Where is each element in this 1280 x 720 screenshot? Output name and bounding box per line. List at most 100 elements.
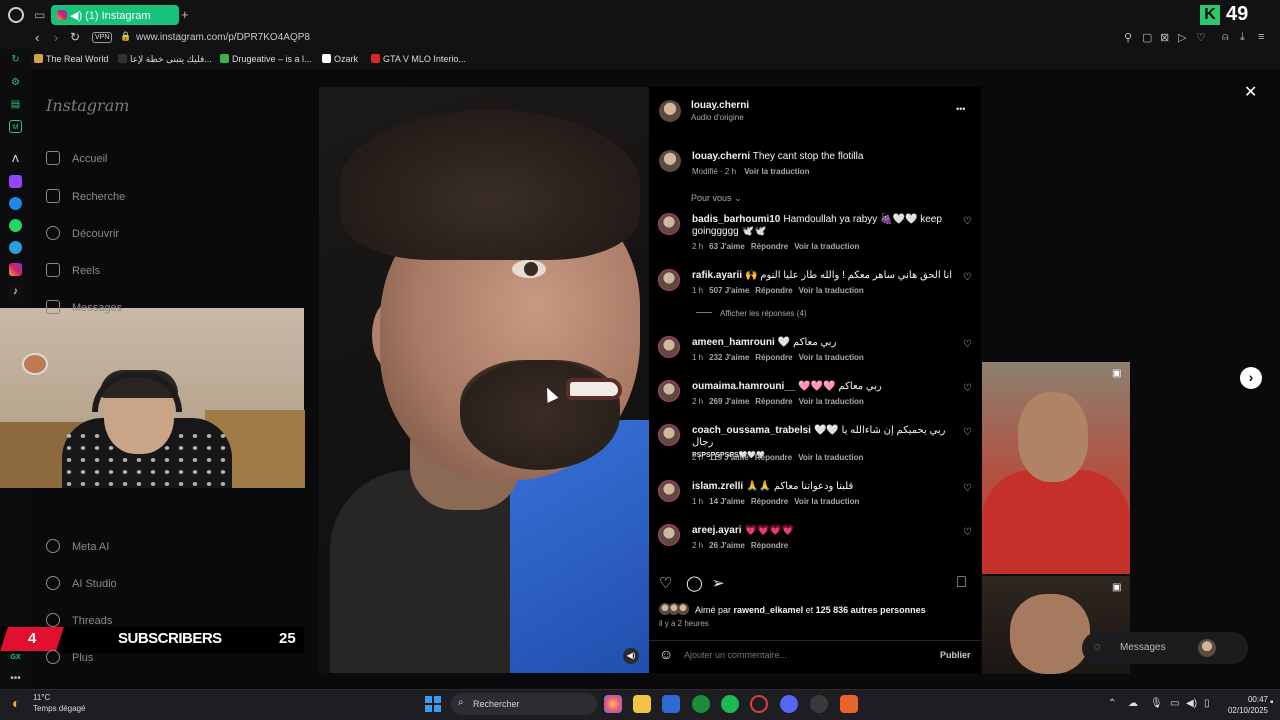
mute-icon[interactable]: ◀) xyxy=(623,648,639,664)
bookmark-item[interactable]: GTA V MLO Interio... xyxy=(371,54,466,64)
url-field[interactable]: www.instagram.com/p/DPR7KO4AQP8 xyxy=(136,32,310,43)
commenter-avatar[interactable] xyxy=(658,424,680,446)
reply-button[interactable]: Répondre xyxy=(755,353,792,362)
player-icon[interactable]: ▷ xyxy=(1178,31,1186,44)
commenter-avatar[interactable] xyxy=(658,213,680,235)
file-explorer-icon[interactable] xyxy=(633,695,651,713)
emoji-icon[interactable]: ☺ xyxy=(659,646,673,662)
instagram-logo[interactable]: Instagram xyxy=(46,96,129,115)
gx-layers-icon[interactable]: ▤ xyxy=(9,98,22,111)
commenter-avatar[interactable] xyxy=(658,524,680,546)
download-icon[interactable]: ⤓ xyxy=(1240,31,1245,44)
comment-likes[interactable]: 63 J'aime xyxy=(709,242,745,251)
comment-author[interactable]: oumaima.hamrouni__ xyxy=(692,381,795,392)
translate-button[interactable]: Voir la traduction xyxy=(799,286,864,295)
translate-button[interactable]: Voir la traduction xyxy=(799,353,864,362)
speaker-icon[interactable]: ◀) xyxy=(70,10,82,22)
new-tab-button[interactable]: + xyxy=(181,7,189,22)
translate-button[interactable]: Voir la traduction xyxy=(798,453,863,462)
snapshot-icon[interactable]: ▢ xyxy=(1142,31,1152,44)
adblock-icon[interactable]: ⊠ xyxy=(1160,31,1169,44)
comment-like-icon[interactable]: ♡ xyxy=(963,216,972,227)
discord-icon[interactable] xyxy=(780,695,798,713)
tab-instagram[interactable]: ◀) (1) Instagram xyxy=(51,5,179,25)
next-post-button[interactable]: › xyxy=(1240,367,1262,389)
pin-icon[interactable]: ⚲ xyxy=(1124,31,1132,44)
commenter-avatar[interactable] xyxy=(658,336,680,358)
weather-widget[interactable]: 11°C Temps dégagé xyxy=(33,692,85,714)
share-icon[interactable]: ➢ xyxy=(712,574,725,592)
tab-workspace-icon[interactable]: ▭ xyxy=(34,8,45,22)
gx-mail-icon[interactable]: M xyxy=(9,120,22,133)
app-icon[interactable] xyxy=(840,695,858,713)
translate-button[interactable]: Voir la traduction xyxy=(794,242,859,251)
bookmark-item[interactable]: Ozark xyxy=(322,54,358,64)
translate-button[interactable]: Voir la traduction xyxy=(794,497,859,506)
reply-button[interactable]: Répondre xyxy=(751,541,788,550)
comment-like-icon[interactable]: ♡ xyxy=(963,427,972,438)
lock-icon[interactable]: 🔒 xyxy=(120,31,131,42)
instagram-icon[interactable] xyxy=(9,263,22,276)
clock[interactable]: 00:47 02/10/2025 xyxy=(1220,694,1268,716)
like-icon[interactable]: ♡ xyxy=(659,574,672,592)
sidebar-item[interactable]: Messages xyxy=(46,300,122,314)
comment-icon[interactable]: ◯ xyxy=(686,574,703,592)
sidebar-item[interactable]: Accueil xyxy=(46,151,107,165)
comment-likes[interactable]: 26 J'aime xyxy=(709,541,745,550)
volume-icon[interactable]: ◀) xyxy=(1186,698,1197,709)
likes-count[interactable]: 125 836 autres personnes xyxy=(816,605,926,615)
bookmark-item[interactable]: فليك يتبنى خطة لإعا... xyxy=(118,54,212,65)
profile-icon[interactable]: ⍝ xyxy=(1222,31,1229,44)
sidebar-item[interactable]: Reels xyxy=(46,263,100,277)
display-icon[interactable]: ▭ xyxy=(1170,698,1179,709)
comment-author[interactable]: ameen_hamrouni xyxy=(692,337,775,348)
tiktok-icon[interactable]: ♪ xyxy=(9,285,22,298)
gx-ai-icon[interactable]: ⚙ xyxy=(9,76,22,89)
heart-icon[interactable]: ♡ xyxy=(1196,31,1206,44)
comment-likes[interactable]: 507 J'aime xyxy=(709,286,749,295)
easy-setup-icon[interactable]: ≡ xyxy=(1258,31,1264,43)
vpn-badge[interactable]: VPN xyxy=(92,32,113,43)
bookmark-item[interactable]: Drugeative – is a l... xyxy=(220,54,312,64)
show-replies[interactable]: Afficher les réponses (4) xyxy=(696,309,807,318)
comment-likes[interactable]: 232 J'aime xyxy=(709,353,749,362)
whatsapp-icon[interactable] xyxy=(9,219,22,232)
comment-author[interactable]: areej.ayari xyxy=(692,525,742,536)
opera-gx-logo-icon[interactable] xyxy=(8,7,24,23)
more-options-icon[interactable]: ••• xyxy=(956,104,965,114)
messages-button[interactable]: ◌ Messages xyxy=(1082,632,1248,664)
publish-button[interactable]: Publier xyxy=(940,650,971,660)
back-button[interactable]: ‹ xyxy=(35,30,39,45)
comment-likes[interactable]: 14 J'aime xyxy=(709,497,745,506)
post-audio[interactable]: Audio d'origine xyxy=(691,113,744,122)
gx-refresh-icon[interactable]: ↻ xyxy=(9,53,22,66)
commenter-avatar[interactable] xyxy=(658,269,680,291)
gx-aria-icon[interactable]: Λ xyxy=(9,153,22,166)
comment-like-icon[interactable]: ♡ xyxy=(963,272,972,283)
bookmark-item[interactable]: The Real World xyxy=(34,54,108,64)
reply-button[interactable]: Répondre xyxy=(755,453,792,462)
post-author[interactable]: louay.cherni xyxy=(691,100,749,111)
caption-author[interactable]: louay.cherni xyxy=(692,151,750,162)
reply-button[interactable]: Répondre xyxy=(755,286,792,295)
bookmark-icon[interactable]: ⎕ xyxy=(957,574,966,591)
notification-icon[interactable]: ▪ xyxy=(1270,697,1274,708)
forward-button[interactable]: › xyxy=(54,30,58,45)
windows-start-icon[interactable] xyxy=(425,696,441,712)
xbox-icon[interactable] xyxy=(692,695,710,713)
comment-author[interactable]: coach_oussama_trabelsi xyxy=(692,425,811,436)
sidebar-item[interactable]: AI Studio xyxy=(46,576,117,590)
author-avatar[interactable] xyxy=(659,100,681,122)
taskbar-search[interactable]: ⌕ Rechercher xyxy=(451,693,597,715)
commenter-avatar[interactable] xyxy=(658,480,680,502)
onedrive-icon[interactable]: ☁ xyxy=(1128,698,1138,709)
comment-like-icon[interactable]: ♡ xyxy=(963,383,972,394)
translate-button[interactable]: Voir la traduction xyxy=(799,397,864,406)
comment-author[interactable]: badis_barhoumi10 xyxy=(692,214,780,225)
commenter-avatar[interactable] xyxy=(658,380,680,402)
sidebar-item[interactable]: Recherche xyxy=(46,189,125,203)
store-icon[interactable] xyxy=(662,695,680,713)
comment-likes[interactable]: 269 J'aime xyxy=(709,397,749,406)
likes-user[interactable]: rawend_elkamel xyxy=(734,605,804,615)
microphone-icon[interactable]: 🎙 xyxy=(1150,698,1163,709)
